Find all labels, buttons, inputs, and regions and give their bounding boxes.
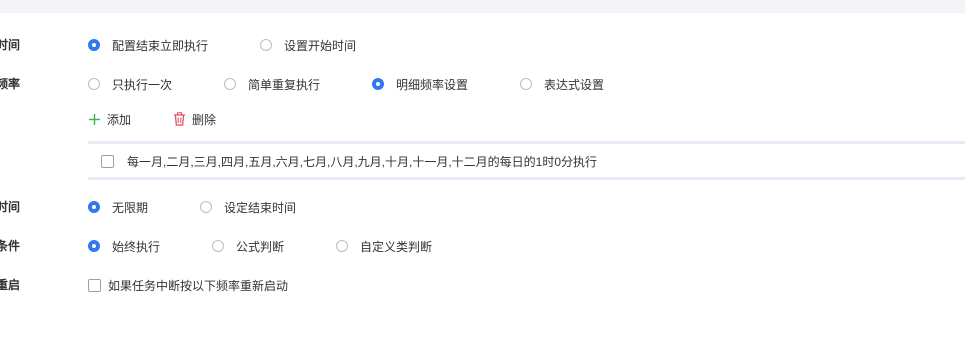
- radio-unchecked-icon[interactable]: [212, 240, 224, 252]
- frequency-list: 每一月,二月,三月,四月,五月,六月,七月,八月,九月,十月,十一月,十二月的每…: [88, 141, 965, 180]
- radio-unchecked-icon[interactable]: [520, 78, 532, 90]
- radio-expression-label: 表达式设置: [544, 77, 605, 92]
- add-button-label: 添加: [107, 112, 132, 127]
- restart-on-interrupt-label: 如果任务中断按以下频率重新启动: [108, 278, 289, 293]
- restart-on-interrupt-option[interactable]: 如果任务中断按以下频率重新启动: [88, 275, 288, 295]
- radio-unchecked-icon[interactable]: [224, 78, 236, 90]
- condition-row: 条件 始终执行 公式判断 自定义类判断: [0, 236, 965, 256]
- delete-button-label: 删除: [192, 112, 217, 127]
- trash-icon: [174, 112, 185, 126]
- radio-unchecked-icon[interactable]: [260, 39, 272, 51]
- frequency-row: 频率 只执行一次 简单重复执行 明细频率设置 表达式设置: [0, 74, 965, 94]
- radio-execute-immediately-label: 配置结束立即执行: [112, 38, 209, 53]
- checkbox[interactable]: [101, 154, 114, 168]
- radio-checked-icon[interactable]: [88, 201, 100, 213]
- condition-label: 条件: [0, 239, 20, 253]
- radio-always-execute[interactable]: 始终执行: [88, 236, 160, 256]
- radio-unchecked-icon[interactable]: [336, 240, 348, 252]
- radio-formula-judgment[interactable]: 公式判断: [212, 236, 284, 256]
- radio-unlimited[interactable]: 无限期: [88, 197, 148, 217]
- radio-detailed-frequency-label: 明细频率设置: [396, 77, 469, 92]
- radio-custom-class-judgment[interactable]: 自定义类判断: [336, 236, 432, 256]
- radio-custom-class-judgment-label: 自定义类判断: [360, 239, 433, 254]
- end-time-row: 时间 无限期 设定结束时间: [0, 197, 965, 217]
- radio-set-start-time[interactable]: 设置开始时间: [260, 35, 356, 55]
- radio-checked-icon[interactable]: [372, 78, 384, 90]
- list-item[interactable]: 每一月,二月,三月,四月,五月,六月,七月,八月,九月,十月,十一月,十二月的每…: [101, 152, 597, 170]
- radio-unchecked-icon[interactable]: [200, 201, 212, 213]
- radio-expression[interactable]: 表达式设置: [520, 74, 604, 94]
- radio-always-execute-label: 始终执行: [112, 239, 161, 254]
- radio-simple-repeat[interactable]: 简单重复执行: [224, 74, 320, 94]
- radio-unlimited-label: 无限期: [112, 200, 149, 215]
- end-time-label: 时间: [0, 200, 20, 214]
- frequency-label: 频率: [0, 77, 20, 91]
- frequency-item-text: 每一月,二月,三月,四月,五月,六月,七月,八月,九月,十月,十一月,十二月的每…: [127, 154, 598, 169]
- schedule-settings-panel: 时间 配置结束立即执行 设置开始时间 频率 只执行一次 简单重复执行 明细频率设…: [0, 0, 965, 363]
- start-time-label: 时间: [0, 38, 20, 52]
- radio-execute-once[interactable]: 只执行一次: [88, 74, 172, 94]
- top-bar: [0, 0, 965, 13]
- radio-checked-icon[interactable]: [88, 39, 100, 51]
- radio-execute-once-label: 只执行一次: [112, 77, 173, 92]
- add-button[interactable]: 添加: [88, 109, 131, 129]
- start-time-row: 时间 配置结束立即执行 设置开始时间: [0, 35, 965, 55]
- radio-detailed-frequency[interactable]: 明细频率设置: [372, 74, 468, 94]
- restart-row: 重启 如果任务中断按以下频率重新启动: [0, 275, 965, 295]
- radio-set-end-time[interactable]: 设定结束时间: [200, 197, 296, 217]
- radio-checked-icon[interactable]: [88, 240, 100, 252]
- radio-execute-immediately[interactable]: 配置结束立即执行: [88, 35, 208, 55]
- checkbox[interactable]: [88, 278, 101, 292]
- plus-icon: [89, 113, 100, 125]
- radio-unchecked-icon[interactable]: [88, 78, 100, 90]
- radio-simple-repeat-label: 简单重复执行: [248, 77, 321, 92]
- radio-formula-judgment-label: 公式判断: [236, 239, 285, 254]
- radio-set-end-time-label: 设定结束时间: [224, 200, 297, 215]
- radio-set-start-time-label: 设置开始时间: [284, 38, 357, 53]
- restart-label: 重启: [0, 278, 20, 292]
- delete-button[interactable]: 删除: [173, 109, 216, 129]
